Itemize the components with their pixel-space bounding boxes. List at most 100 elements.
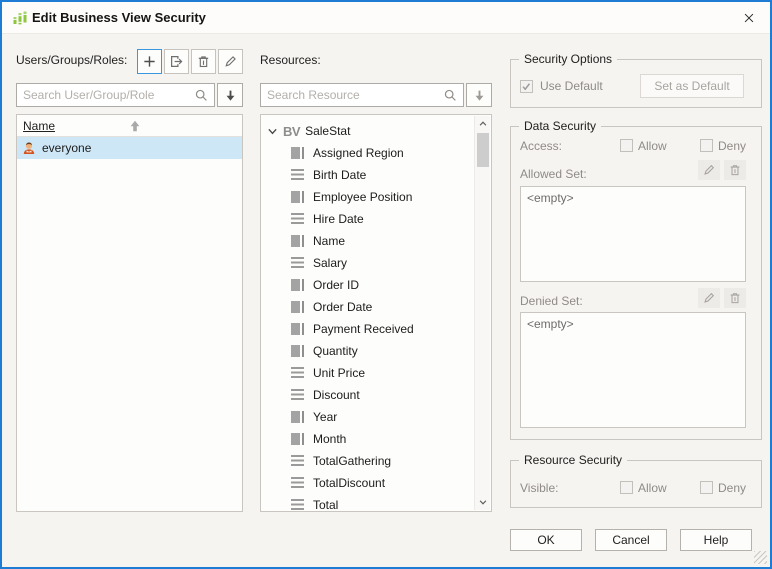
dimension-icon — [291, 301, 300, 313]
edit-business-view-security-dialog: Edit Business View Security Users/Groups… — [0, 0, 772, 569]
resources-label: Resources: — [260, 53, 321, 67]
users-list: Name everyone — [16, 114, 243, 512]
dimension-icon — [291, 323, 300, 335]
access-deny-checkbox[interactable] — [700, 139, 713, 152]
use-default-checkbox[interactable] — [520, 80, 533, 93]
tree-item-label: Name — [313, 234, 346, 248]
scroll-up-icon[interactable] — [475, 116, 490, 132]
allowed-set-box[interactable]: <empty> — [520, 186, 746, 282]
tree-item-label: Payment Received — [313, 322, 414, 336]
allowed-set-edit-button[interactable] — [698, 160, 720, 180]
tree-item-label: Assigned Region — [313, 146, 404, 160]
tree-item-salary[interactable]: Salary — [261, 252, 474, 274]
allowed-set-value: <empty> — [527, 191, 574, 205]
denied-set-value: <empty> — [527, 317, 574, 331]
tree-item-label: Order Date — [313, 300, 373, 314]
export-user-button[interactable] — [164, 49, 189, 74]
dimension-icon — [291, 345, 300, 357]
measure-icon — [291, 257, 304, 269]
name-column-header[interactable]: Name — [23, 119, 55, 133]
resource-search-go-button[interactable] — [466, 83, 492, 107]
app-logo-icon — [12, 10, 28, 29]
check-icon — [522, 83, 531, 91]
measure-icon — [291, 169, 304, 181]
tree-item-month[interactable]: Month — [261, 428, 474, 450]
tree-scrollbar[interactable] — [474, 116, 490, 510]
tree-items: Assigned Region Birth Date Employee Positi… — [261, 142, 474, 511]
denied-set-box[interactable]: <empty> — [520, 312, 746, 428]
tree-item-label: Month — [313, 432, 347, 446]
dimension-icon — [291, 279, 300, 291]
tree-item-totalgathering[interactable]: TotalGathering — [261, 450, 474, 472]
access-allow-checkbox[interactable] — [620, 139, 633, 152]
tree-item-label: TotalGathering — [313, 454, 392, 468]
tree-item-label: Unit Price — [313, 366, 366, 380]
tree-item-name[interactable]: Name — [261, 230, 474, 252]
tree-item-payment-received[interactable]: Payment Received — [261, 318, 474, 340]
tree-item-total[interactable]: Total — [261, 494, 474, 511]
chevron-down-icon[interactable] — [267, 126, 278, 137]
list-item-everyone[interactable]: everyone — [17, 137, 242, 159]
denied-set-label: Denied Set: — [520, 294, 583, 308]
sort-ascending-icon[interactable] — [127, 118, 143, 137]
help-button[interactable]: Help — [680, 529, 752, 551]
tree-item-order-id[interactable]: Order ID — [261, 274, 474, 296]
resource-search-box — [260, 83, 464, 107]
allowed-set-delete-button[interactable] — [724, 160, 746, 180]
user-search-box — [16, 83, 215, 107]
measure-icon — [291, 499, 304, 511]
tree-item-year[interactable]: Year — [261, 406, 474, 428]
use-default-label: Use Default — [540, 79, 603, 93]
resource-security-title: Resource Security — [519, 453, 628, 467]
tree-item-unit-price[interactable]: Unit Price — [261, 362, 474, 384]
tree-root-salestat[interactable]: BV SaleStat — [261, 120, 474, 142]
tree-item-hire-date[interactable]: Hire Date — [261, 208, 474, 230]
edit-user-button[interactable] — [218, 49, 243, 74]
tree-root-label: SaleStat — [305, 124, 351, 138]
close-icon[interactable] — [736, 7, 762, 29]
visible-deny-checkbox[interactable] — [700, 481, 713, 494]
visible-allow-checkbox[interactable] — [620, 481, 633, 494]
user-icon — [21, 140, 37, 156]
tree-item-label: Discount — [313, 388, 360, 402]
tree-item-employee-position[interactable]: Employee Position — [261, 186, 474, 208]
users-list-header[interactable]: Name — [17, 115, 242, 137]
access-deny-label: Deny — [718, 139, 747, 153]
cancel-button[interactable]: Cancel — [595, 529, 667, 551]
user-search-input[interactable] — [17, 88, 194, 102]
business-view-icon: BV — [283, 123, 301, 139]
scroll-down-icon[interactable] — [475, 494, 490, 510]
tree-item-birth-date[interactable]: Birth Date — [261, 164, 474, 186]
search-icon — [443, 88, 463, 103]
measure-icon — [291, 389, 304, 401]
tree-item-assigned-region[interactable]: Assigned Region — [261, 142, 474, 164]
tree-item-quantity[interactable]: Quantity — [261, 340, 474, 362]
ok-button[interactable]: OK — [510, 529, 582, 551]
data-security-title: Data Security — [519, 119, 602, 133]
add-user-button[interactable] — [137, 49, 162, 74]
tree-item-label: TotalDiscount — [313, 476, 386, 490]
visible-allow-label: Allow — [638, 481, 667, 495]
scrollbar-thumb[interactable] — [477, 133, 489, 167]
set-as-default-button[interactable]: Set as Default — [640, 74, 744, 98]
tree-item-totaldiscount[interactable]: TotalDiscount — [261, 472, 474, 494]
denied-set-delete-button[interactable] — [724, 288, 746, 308]
tree-item-label: Salary — [313, 256, 348, 270]
title-bar: Edit Business View Security — [2, 2, 770, 34]
measure-icon — [291, 213, 304, 225]
access-allow-label: Allow — [638, 139, 667, 153]
dimension-icon — [291, 147, 300, 159]
resize-grip[interactable] — [754, 551, 767, 564]
tree-item-order-date[interactable]: Order Date — [261, 296, 474, 318]
dimension-icon — [291, 433, 300, 445]
pencil-icon — [704, 164, 715, 175]
resource-search-input[interactable] — [261, 88, 443, 102]
tree-item-discount[interactable]: Discount — [261, 384, 474, 406]
delete-user-button[interactable] — [191, 49, 216, 74]
user-search-go-button[interactable] — [217, 83, 243, 107]
tree-item-label: Employee Position — [313, 190, 413, 204]
trash-icon — [730, 293, 740, 304]
tree-content: BV SaleStat Assigned Region Birth Date Emp… — [261, 115, 474, 511]
denied-set-edit-button[interactable] — [698, 288, 720, 308]
dialog-title: Edit Business View Security — [32, 10, 206, 25]
